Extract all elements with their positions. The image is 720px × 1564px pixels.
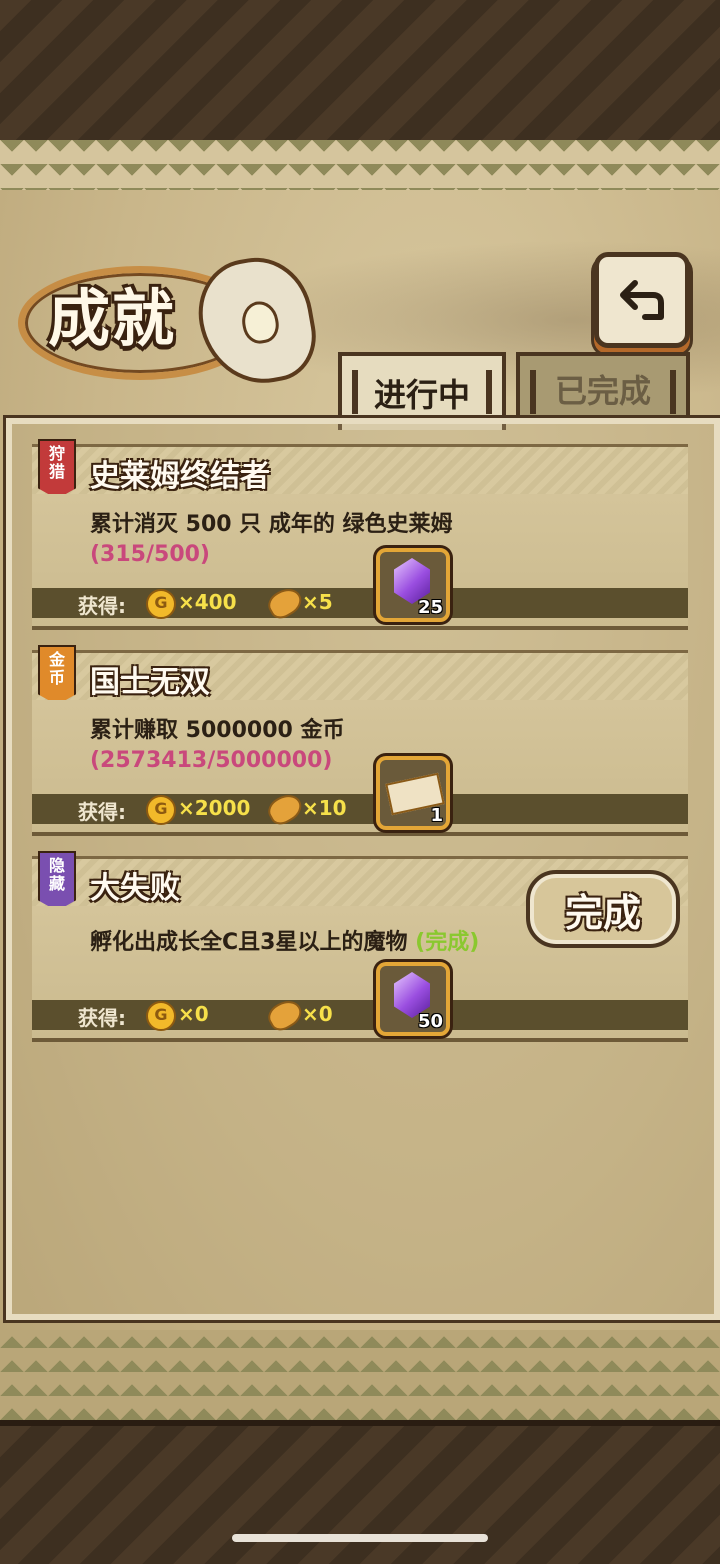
achievement-description: 累计赚取 5000000 金币 — [90, 718, 345, 743]
reward-item-slot[interactable]: 1 — [376, 756, 450, 830]
title-emblem: 成就 — [10, 248, 324, 393]
gold-coin-icon: G — [146, 589, 176, 619]
item-count: 25 — [417, 597, 443, 618]
gold-coin-icon: G — [146, 795, 176, 825]
tab-completed[interactable]: 已完成 — [516, 352, 690, 422]
reward-bar: 获得: G ×0 ×0 — [32, 995, 688, 1035]
category-tag: 隐藏 — [38, 851, 76, 911]
bread-icon — [263, 995, 307, 1035]
gold-amount: ×2000 — [178, 796, 251, 820]
achievement-name: 史莱姆终结者 — [90, 459, 270, 494]
card-body: 累计赚取 5000000 金币 (2573413/5000000) 获得: G … — [32, 700, 688, 836]
bread-icon — [263, 789, 307, 829]
claim-complete-button[interactable]: 完成 — [526, 870, 680, 948]
item-count: 50 — [417, 1011, 443, 1032]
reward-item-slot[interactable]: 25 — [376, 548, 450, 622]
bread-amount: ×0 — [302, 1002, 333, 1026]
gold-coin-icon: G — [146, 1001, 176, 1031]
page-title: 成就 — [48, 282, 177, 355]
bread-icon — [263, 583, 307, 623]
card-header: 狩猎 史莱姆终结者 — [32, 439, 688, 499]
gold-amount: ×0 — [178, 1002, 209, 1026]
description-text: 孵化出成长全C且3星以上的魔物 — [90, 930, 408, 955]
achievement-progress: (2573413/5000000) — [90, 748, 333, 773]
tab-label: 进行中 — [373, 376, 470, 414]
achievement-description: 孵化出成长全C且3星以上的魔物 (完成) — [90, 924, 479, 956]
category-tag: 狩猎 — [38, 439, 76, 499]
zigzag-border-top — [0, 140, 720, 190]
tab-label: 已完成 — [554, 372, 651, 410]
reward-label: 获得: — [78, 594, 126, 618]
category-tag: 金币 — [38, 645, 76, 705]
bread-amount: ×10 — [302, 796, 347, 820]
back-button[interactable] — [594, 252, 690, 348]
winged-egg-icon — [189, 249, 324, 393]
item-count: 1 — [430, 805, 443, 826]
achievement-name: 大失败 — [90, 871, 180, 906]
reward-item-slot[interactable]: 50 — [376, 962, 450, 1036]
home-indicator[interactable] — [232, 1534, 488, 1542]
card-body: 累计消灭 500 只 成年的 绿色史莱姆 (315/500) 获得: G ×40… — [32, 494, 688, 630]
gold-amount: ×400 — [178, 590, 237, 614]
bottom-frame — [0, 1420, 720, 1564]
top-frame — [0, 0, 720, 146]
achievement-progress: (315/500) — [90, 542, 210, 567]
bread-amount: ×5 — [302, 590, 333, 614]
achievement-name: 国士无双 — [90, 665, 210, 700]
completed-status: (完成) — [415, 930, 480, 955]
reward-label: 获得: — [78, 800, 126, 824]
reward-label: 获得: — [78, 1006, 126, 1030]
achievement-description: 累计消灭 500 只 成年的 绿色史莱姆 — [90, 512, 453, 537]
back-arrow-icon — [620, 280, 664, 320]
reward-bar: 获得: G ×2000 ×10 — [32, 789, 688, 829]
card-header: 金币 国士无双 — [32, 645, 688, 705]
zigzag-border-bottom — [0, 1330, 720, 1420]
reward-bar: 获得: G ×400 ×5 — [32, 583, 688, 623]
